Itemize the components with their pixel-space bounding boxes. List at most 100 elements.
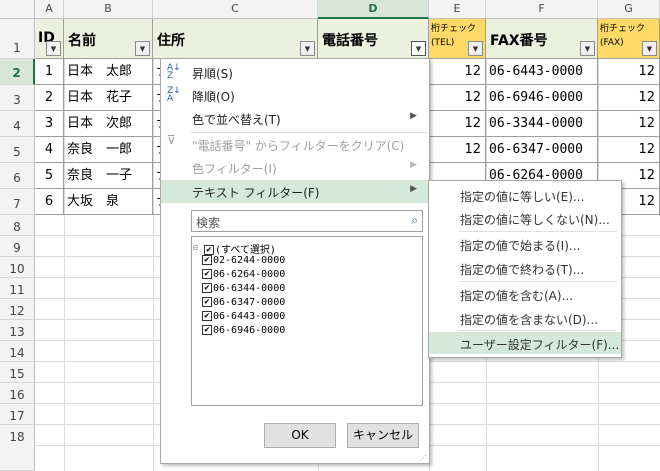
filter-dropdown-button[interactable]: ▼	[468, 41, 483, 56]
row-header-15[interactable]: 15	[0, 362, 35, 383]
submenu-item-custom-filter[interactable]: ユーザー設定フィルター(F)...	[429, 332, 621, 354]
id-cell[interactable]: 5	[35, 163, 64, 189]
column-header-c[interactable]: C	[153, 0, 318, 19]
select-all-corner[interactable]	[0, 0, 35, 19]
checkbox[interactable]: ✔	[202, 297, 212, 307]
filter-search-input[interactable]: 検索 ⌕	[191, 210, 423, 232]
column-header-a[interactable]: A	[35, 0, 64, 19]
row-header-3[interactable]: 3	[0, 85, 35, 111]
name-cell[interactable]: 奈良 一子	[64, 163, 153, 189]
tel-check-cell[interactable]: 12	[429, 137, 486, 163]
row-number: 9	[13, 241, 21, 255]
row-header-6[interactable]: 6	[0, 163, 35, 189]
checkbox[interactable]: ✔	[202, 269, 212, 279]
submenu-item-contains[interactable]: 指定の値を含む(A)...	[429, 283, 621, 305]
fax-cell[interactable]: 06-3344-0000	[486, 111, 598, 137]
row-header-4[interactable]: 4	[0, 111, 35, 137]
row-header-7[interactable]: 7	[0, 189, 35, 215]
list-item[interactable]: ✔ 06-6443-0000	[202, 311, 285, 325]
filter-value-list[interactable]: ⊟ ✔ (すべて選択) ✔ 02-6244-0000 ✔ 06-6264-0000 ✔ 0…	[191, 236, 423, 406]
ok-button[interactable]: OK	[264, 423, 336, 448]
resize-grip-icon[interactable]: ⋰	[420, 454, 427, 462]
header-cell-name[interactable]: 名前 ▼	[64, 19, 153, 59]
header-cell-address[interactable]: 住所 ▼	[153, 19, 318, 59]
row-header-10[interactable]: 10	[0, 257, 35, 278]
header-cell-tel-check[interactable]: 桁チェック (TEL) ▼	[429, 19, 486, 59]
submenu-item-equals[interactable]: 指定の値に等しい(E)...	[429, 184, 621, 206]
row-header-8[interactable]: 8	[0, 215, 35, 236]
fax-cell[interactable]: 06-6347-0000	[486, 137, 598, 163]
tel-check-cell[interactable]: 12	[429, 111, 486, 137]
filter-dropdown-button[interactable]: ▼	[580, 41, 595, 56]
list-item[interactable]: ✔ 02-6244-0000	[202, 255, 285, 269]
row-header-16[interactable]: 16	[0, 383, 35, 404]
column-header-d[interactable]: D	[318, 0, 429, 19]
fax-cell[interactable]: 06-6443-0000	[486, 59, 598, 85]
fax-check-cell[interactable]: 12	[598, 137, 660, 163]
id-cell[interactable]: 6	[35, 189, 64, 215]
row-header-11[interactable]: 11	[0, 278, 35, 299]
checkbox[interactable]: ✔	[204, 245, 214, 255]
row-header-2[interactable]: 2	[0, 59, 35, 85]
menu-item-label: テキスト フィルター(F)	[192, 186, 320, 200]
checkbox[interactable]: ✔	[202, 283, 212, 293]
fax-cell[interactable]: 06-6946-0000	[486, 85, 598, 111]
list-item[interactable]: ✔ 06-6946-0000	[202, 325, 285, 339]
column-header-f[interactable]: F	[486, 0, 598, 19]
filter-dropdown-button[interactable]: ▼	[411, 41, 426, 56]
column-header-g[interactable]: G	[598, 0, 660, 19]
submenu-item-not-equals[interactable]: 指定の値に等しくない(N)...	[429, 207, 621, 229]
row-header-13[interactable]: 13	[0, 320, 35, 341]
column-header-e[interactable]: E	[429, 0, 486, 19]
list-item[interactable]: ⊟ ✔ (すべて選択)	[193, 241, 276, 256]
submenu-item-begins-with[interactable]: 指定の値で始まる(I)...	[429, 233, 621, 255]
header-cell-phone[interactable]: 電話番号 ▼	[318, 19, 429, 59]
list-item[interactable]: ✔ 06-6344-0000	[202, 283, 285, 297]
fax-check-cell[interactable]: 12	[598, 111, 660, 137]
cancel-button[interactable]: キャンセル	[347, 423, 419, 448]
id-cell[interactable]: 4	[35, 137, 64, 163]
text-filter-item[interactable]: テキスト フィルター(F) ▶	[161, 180, 429, 203]
sort-by-color-item[interactable]: 色で並べ替え(T) ▶	[161, 107, 429, 130]
column-header-b[interactable]: B	[64, 0, 153, 19]
header-cell-id[interactable]: ID ▼	[35, 19, 64, 59]
filter-dropdown-button[interactable]: ▼	[642, 41, 657, 56]
submenu-item-not-contains[interactable]: 指定の値を含まない(D)...	[429, 307, 621, 329]
row-header-18[interactable]: 18	[0, 425, 35, 471]
row-header-9[interactable]: 9	[0, 236, 35, 257]
tel-check-cell[interactable]: 12	[429, 59, 486, 85]
row-header-12[interactable]: 12	[0, 299, 35, 320]
filter-dropdown-button[interactable]: ▼	[135, 41, 150, 56]
filter-dropdown-button[interactable]: ▼	[300, 41, 315, 56]
name-cell[interactable]: 大坂 泉	[64, 189, 153, 215]
row-number: 5	[13, 145, 21, 159]
row-header-5[interactable]: 5	[0, 137, 35, 163]
id-cell[interactable]: 1	[35, 59, 64, 85]
checkbox[interactable]: ✔	[202, 311, 212, 321]
header-cell-fax-check[interactable]: 桁チェック (FAX) ▼	[598, 19, 660, 59]
fax-check-cell[interactable]: 12	[598, 59, 660, 85]
list-item[interactable]: ✔ 06-6347-0000	[202, 297, 285, 311]
list-item[interactable]: ✔ 06-6264-0000	[202, 269, 285, 283]
id-cell[interactable]: 2	[35, 85, 64, 111]
submenu-item-ends-with[interactable]: 指定の値で終わる(T)...	[429, 257, 621, 279]
header-cell-fax[interactable]: FAX番号 ▼	[486, 19, 598, 59]
name-cell[interactable]: 奈良 一郎	[64, 137, 153, 163]
clear-filter-item[interactable]: ⊽ "電話番号" からフィルターをクリア(C)	[161, 133, 429, 156]
checkbox[interactable]: ✔	[202, 255, 212, 265]
row-header-17[interactable]: 17	[0, 404, 35, 425]
fax-check-cell[interactable]: 12	[598, 85, 660, 111]
row-header-14[interactable]: 14	[0, 341, 35, 362]
color-filter-item[interactable]: 色フィルター(I) ▶	[161, 156, 429, 179]
sort-descending-item[interactable]: Z↓ A 降順(O)	[161, 84, 429, 107]
filter-dropdown-button[interactable]: ▼	[46, 41, 61, 56]
sort-ascending-item[interactable]: A↓ Z 昇順(S)	[161, 61, 429, 84]
name-cell[interactable]: 日本 太郎	[64, 59, 153, 85]
tel-check-cell[interactable]: 12	[429, 85, 486, 111]
id-cell[interactable]: 3	[35, 111, 64, 137]
row-header-1[interactable]: 1	[0, 19, 35, 59]
name-cell[interactable]: 日本 花子	[64, 85, 153, 111]
name-cell[interactable]: 日本 次郎	[64, 111, 153, 137]
chevron-down-icon: ▼	[646, 45, 653, 53]
checkbox[interactable]: ✔	[202, 325, 212, 335]
